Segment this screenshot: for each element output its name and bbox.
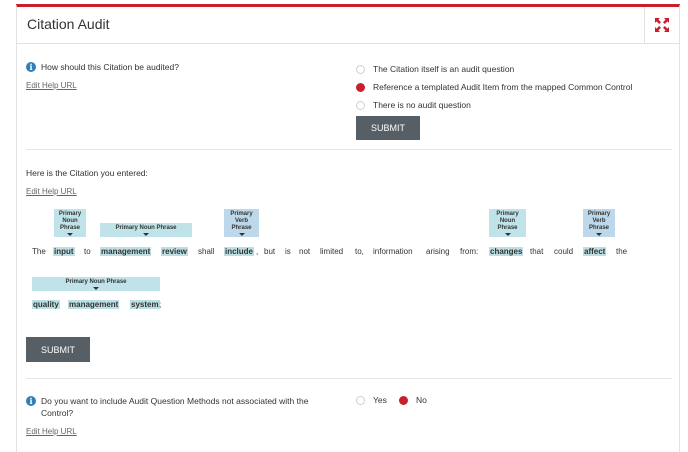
edit-help-url-link[interactable]: Edit Help URL bbox=[26, 81, 77, 90]
citation-word: limited bbox=[320, 247, 344, 256]
phrase-tag[interactable]: Primary Noun Phrase bbox=[32, 277, 160, 291]
citation-word-verb[interactable]: affect bbox=[583, 247, 607, 256]
citation-word: to, bbox=[355, 247, 364, 256]
citation-word: the bbox=[616, 247, 628, 256]
citation-word: that bbox=[530, 247, 544, 256]
citation-word-noun[interactable]: system bbox=[130, 300, 160, 309]
methods-question: Do you want to include Audit Question Me… bbox=[41, 396, 309, 418]
radio-yes[interactable] bbox=[356, 396, 365, 405]
radio-label: Reference a templated Audit Item from th… bbox=[373, 82, 633, 92]
citation-word-noun[interactable]: review bbox=[161, 247, 188, 256]
phrase-tag-label: Primary Noun Phrase bbox=[496, 210, 519, 231]
caret-down-icon bbox=[93, 286, 99, 290]
radio-citation-is-question[interactable] bbox=[356, 65, 365, 74]
panel-header: Citation Audit bbox=[17, 7, 679, 44]
phrase-tag-label: Primary Verb Phrase bbox=[587, 210, 611, 231]
citation-word-noun[interactable]: management bbox=[100, 247, 152, 256]
phrase-tag[interactable]: Primary Noun Phrase bbox=[100, 223, 192, 237]
radio-no[interactable] bbox=[399, 396, 408, 405]
phrase-tag-label: Primary Verb Phrase bbox=[230, 210, 253, 231]
citation-word: arising bbox=[426, 247, 450, 256]
citation-word: shall bbox=[198, 247, 215, 256]
citation-word: not bbox=[299, 247, 311, 256]
citation-word: ; bbox=[159, 300, 162, 309]
caret-down-icon bbox=[143, 232, 149, 236]
divider bbox=[26, 378, 672, 379]
radio-label: No bbox=[416, 395, 427, 405]
radio-label: There is no audit question bbox=[373, 100, 471, 110]
citation-word: to bbox=[84, 247, 91, 256]
panel-title: Citation Audit bbox=[27, 16, 110, 32]
divider bbox=[26, 149, 672, 150]
edit-help-url-link[interactable]: Edit Help URL bbox=[26, 187, 77, 196]
submit-button[interactable]: SUBMIT bbox=[356, 116, 420, 140]
phrase-tag-label: Primary Noun Phrase bbox=[115, 224, 177, 231]
phrase-tag[interactable]: Primary Verb Phrase bbox=[224, 209, 259, 237]
caret-down-icon bbox=[596, 232, 602, 236]
phrase-tag[interactable]: Primary Noun Phrase bbox=[489, 209, 526, 237]
citation-submit-button[interactable]: SUBMIT bbox=[26, 337, 90, 362]
citation-word-verb[interactable]: include bbox=[224, 247, 255, 256]
citation-word: but bbox=[264, 247, 276, 256]
phrase-tag[interactable]: Primary Verb Phrase bbox=[583, 209, 615, 237]
phrase-tag[interactable]: Primary Noun Phrase bbox=[54, 209, 86, 237]
citation-word-noun[interactable]: changes bbox=[489, 247, 524, 256]
edit-help-url-link[interactable]: Edit Help URL bbox=[26, 427, 77, 436]
caret-down-icon bbox=[67, 232, 73, 236]
phrase-tag-label: Primary Noun Phrase bbox=[58, 210, 82, 231]
expand-arrows-icon bbox=[655, 18, 669, 32]
info-icon: i bbox=[26, 62, 36, 72]
citation-word: could bbox=[554, 247, 574, 256]
citation-word: , bbox=[256, 247, 259, 256]
citation-word: The bbox=[32, 247, 46, 256]
info-icon: i bbox=[26, 396, 36, 406]
citation-word: is bbox=[285, 247, 291, 256]
radio-reference-template[interactable] bbox=[356, 83, 365, 92]
audit-question: How should this Citation be audited? bbox=[41, 62, 179, 72]
citation-word-noun[interactable]: input bbox=[53, 247, 75, 256]
caret-down-icon bbox=[238, 232, 245, 236]
radio-no-audit-question[interactable] bbox=[356, 101, 365, 110]
citation-word: from: bbox=[460, 247, 479, 256]
citation-word: information bbox=[373, 247, 413, 256]
citation-word-noun[interactable]: management bbox=[68, 300, 120, 309]
radio-label: The Citation itself is an audit question bbox=[373, 64, 515, 74]
radio-label: Yes bbox=[373, 395, 387, 405]
citation-word-noun[interactable]: quality bbox=[32, 300, 60, 309]
citation-intro: Here is the Citation you entered: bbox=[26, 168, 148, 178]
phrase-tag-label: Primary Noun Phrase bbox=[65, 278, 127, 285]
caret-down-icon bbox=[504, 232, 511, 236]
expand-button[interactable] bbox=[644, 7, 679, 43]
